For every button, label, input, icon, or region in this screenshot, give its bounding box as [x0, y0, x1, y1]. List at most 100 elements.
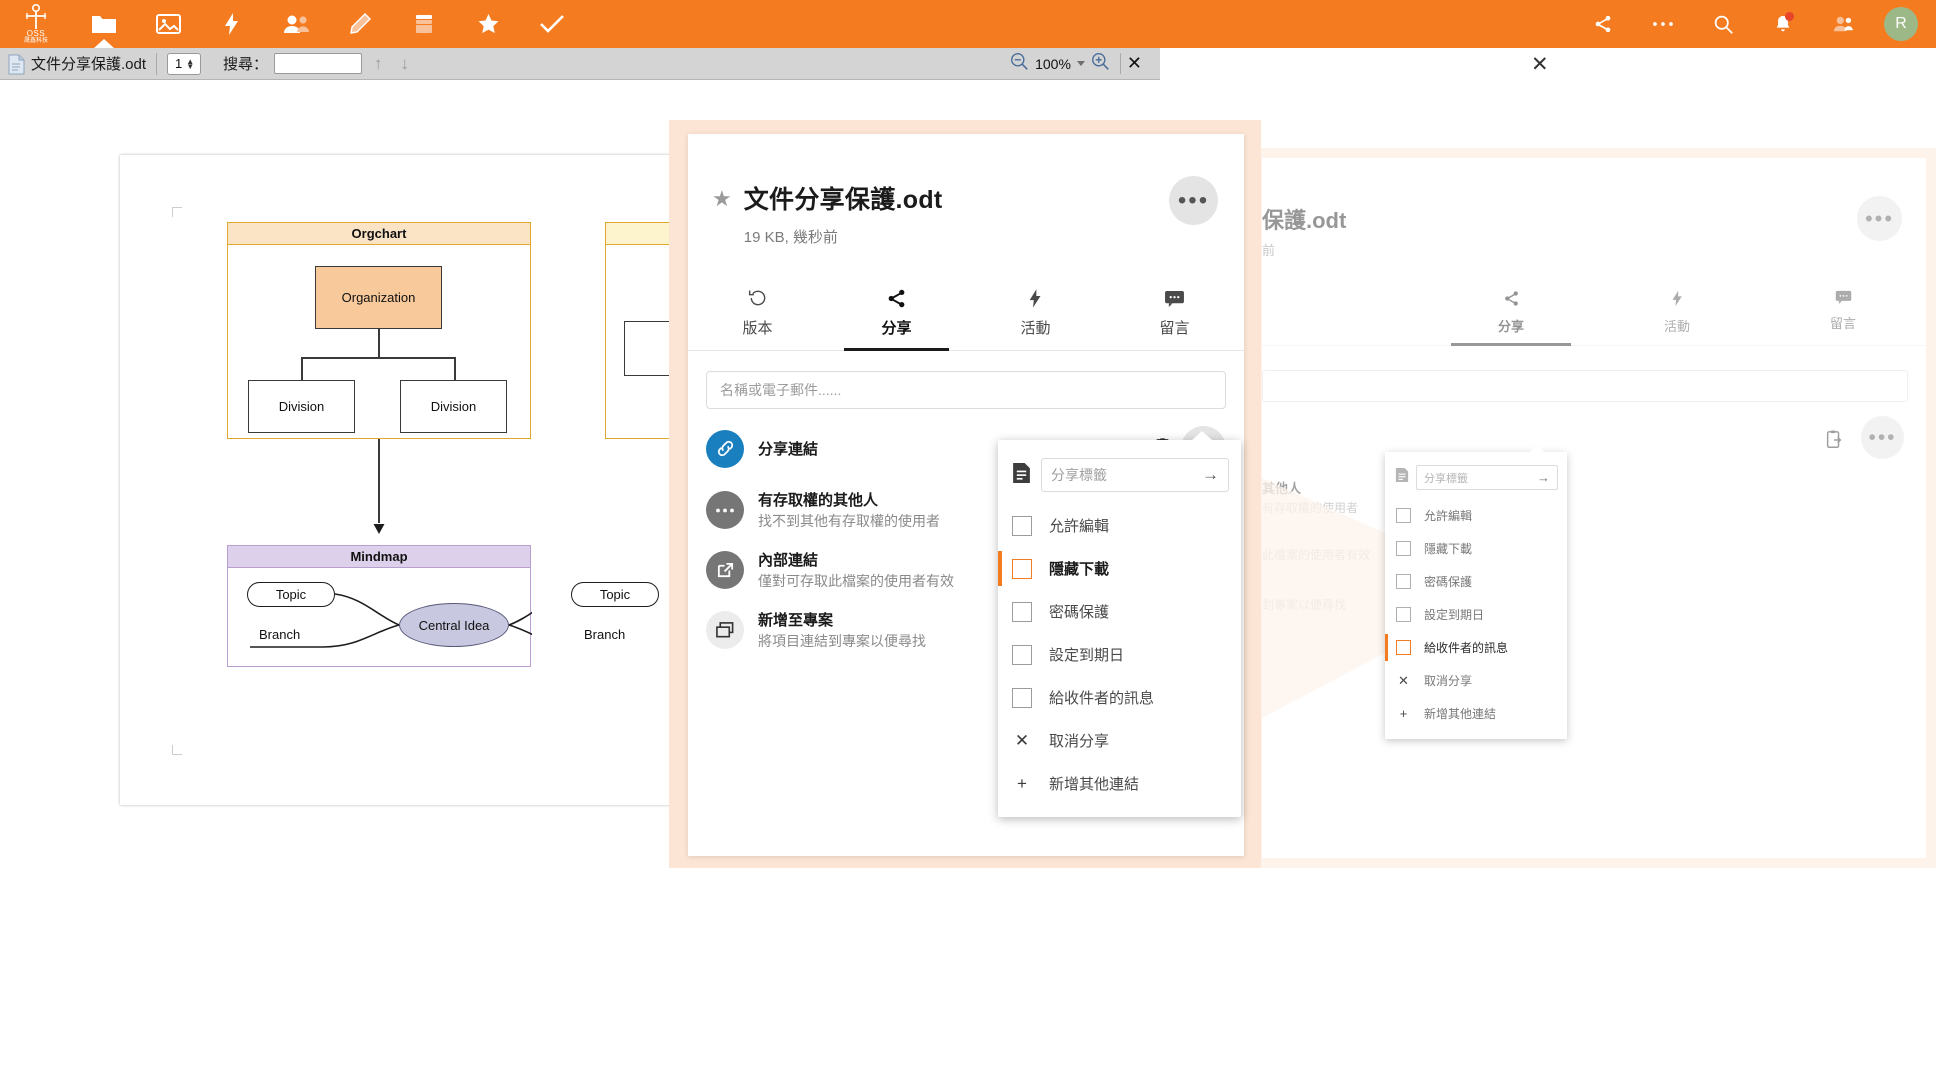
tab-share[interactable]: 分享 [827, 279, 966, 351]
zoom-in-icon[interactable] [1091, 52, 1110, 76]
search-input[interactable] [274, 53, 363, 74]
checkbox-icon[interactable] [1012, 644, 1032, 665]
search-icon[interactable] [1694, 0, 1752, 48]
viewer-toolbar: 文件分享保護.odt 1 ▲ ▼ 搜尋： ↑ ↓ 100% ✕ [0, 48, 1160, 80]
nav-favorites-icon[interactable] [456, 0, 520, 48]
panel-header: ★ 文件分享保護.odt 19 KB, 幾秒前 [688, 134, 1244, 247]
orgchart-title: Orgchart [228, 223, 530, 245]
mindmap-topic-right: Topic [571, 582, 659, 607]
viewer-document-name: 文件分享保護.odt [31, 56, 147, 73]
menu-item-add-another-link[interactable]: + 新增其他連結 [998, 762, 1241, 805]
orgchart-child-node: Division [400, 380, 507, 433]
page-number-value: 1 [175, 56, 183, 71]
figure-connector-arrow [372, 521, 386, 540]
menu-item-hide-download[interactable]: 隱藏下載 [998, 547, 1241, 590]
menu-item-password-protect[interactable]: 密碼保護 [998, 590, 1241, 633]
checkbox-icon[interactable] [1012, 687, 1032, 708]
share-icon[interactable] [1574, 0, 1632, 48]
tab-activity[interactable]: 活動 [966, 279, 1105, 350]
more-icon [706, 491, 744, 529]
share-label-input[interactable]: 分享標籤 → [1041, 458, 1229, 492]
share-input-placeholder: 名稱或電子郵件...... [720, 382, 842, 398]
menu-item-set-expiry-date[interactable]: 設定到期日 [998, 633, 1241, 676]
search-label: 搜尋： [223, 56, 269, 73]
panel-tabs: 版本 分享 活動 留言 [688, 279, 1244, 351]
app-nav [72, 0, 584, 48]
plus-icon: + [1399, 706, 1408, 721]
nav-contacts-icon[interactable] [264, 0, 328, 48]
document-file-icon [8, 54, 25, 74]
menu-item-note-to-recipient[interactable]: 給收件者的訊息 [998, 676, 1241, 719]
page-corner-mark [172, 745, 182, 755]
nav-files-icon[interactable] [72, 0, 136, 48]
ghost-tag-submit-icon: → [1537, 470, 1550, 485]
nav-notes-icon[interactable] [328, 0, 392, 48]
menu-item-unshare[interactable]: ✕ 取消分享 [998, 719, 1241, 762]
menu-item-label: 取消分享 [1049, 733, 1110, 750]
chevron-down-icon[interactable] [1076, 61, 1085, 66]
notifications-icon[interactable] [1754, 0, 1812, 48]
share-row-subtitle: 將項目連結到專案以便尋找 [758, 633, 926, 649]
tab-comments-label: 留言 [1159, 320, 1190, 337]
panel-title: 文件分享保護.odt [743, 186, 943, 214]
more-icon[interactable] [1634, 0, 1692, 48]
mindmap-figure: Mindmap Topic Topic Central Idea Branch … [227, 545, 659, 667]
share-row-title: 新增至專案 [758, 612, 834, 629]
checkbox-icon[interactable] [1012, 515, 1032, 536]
checkbox-icon [1396, 640, 1411, 655]
close-icon: ✕ [1014, 730, 1030, 750]
share-row-title: 分享連結 [758, 441, 819, 458]
ghost-menu-label: 取消分享 [1424, 674, 1473, 688]
share-label-row: 分享標籤 → [998, 448, 1241, 504]
ghost-menu-label: 允許編輯 [1424, 509, 1473, 523]
tab-comments[interactable]: 留言 [1105, 279, 1244, 350]
checkbox-icon[interactable] [1012, 558, 1032, 579]
ghost-menu-item-password: 密碼保護 [1385, 565, 1567, 598]
nav-archive-icon[interactable] [392, 0, 456, 48]
close-icon[interactable]: ✕ [1531, 52, 1549, 77]
checkbox-icon [1396, 574, 1411, 589]
nav-tasks-icon[interactable] [520, 0, 584, 48]
zoom-out-icon[interactable] [1010, 52, 1029, 76]
contacts-menu-icon[interactable] [1814, 0, 1872, 48]
nav-photos-icon[interactable] [136, 0, 200, 48]
ghost-menu-item-unshare: ✕ 取消分享 [1385, 664, 1567, 697]
orgchart-root-node: Organization [315, 266, 442, 329]
share-label-submit-icon[interactable]: → [1202, 465, 1219, 485]
share-row-texts: 新增至專案 將項目連結到專案以便尋找 [758, 609, 926, 651]
menu-item-label: 給收件者的訊息 [1049, 690, 1155, 707]
share-row-texts: 內部連結 僅對可存取此檔案的使用者有效 [758, 549, 954, 591]
logo-text: OSS [26, 28, 46, 38]
tab-versions[interactable]: 版本 [688, 279, 827, 350]
share-recipient-input[interactable]: 名稱或電子郵件...... [706, 371, 1226, 409]
nav-activity-icon[interactable] [200, 0, 264, 48]
share-icon [827, 285, 966, 311]
app-logo[interactable]: OSS 晟鑫科技 [0, 0, 72, 48]
page-stepper-arrows[interactable]: ▲ ▼ [186, 57, 194, 70]
orgchart-figure: Orgchart Organization Division Division [227, 222, 531, 439]
orgchart-connector [454, 357, 456, 380]
share-row-subtitle: 僅對可存取此檔案的使用者有效 [758, 573, 954, 589]
ghost-menu-label: 密碼保護 [1424, 575, 1473, 589]
panel-more-icon[interactable]: ••• [1169, 176, 1218, 225]
search-next-icon[interactable]: ↓ [395, 54, 416, 74]
menu-item-allow-edit[interactable]: 允許編輯 [998, 504, 1241, 547]
link-icon [706, 429, 744, 468]
menu-item-label: 允許編輯 [1049, 518, 1110, 535]
menu-item-label: 密碼保護 [1049, 604, 1110, 621]
checkbox-icon[interactable] [1012, 601, 1032, 622]
panel-subtitle: 19 KB, 幾秒前 [743, 229, 838, 246]
search-prev-icon[interactable]: ↑ [368, 54, 389, 74]
checkbox-icon [1396, 508, 1411, 523]
notification-badge [1785, 12, 1794, 21]
activity-icon [966, 285, 1105, 311]
tab-versions-label: 版本 [742, 320, 773, 337]
ghost-menu-label: 隱藏下載 [1424, 542, 1473, 556]
favorite-star-icon[interactable]: ★ [712, 186, 732, 212]
share-row-texts: 有存取權的其他人 找不到其他有存取權的使用者 [758, 489, 940, 531]
viewer-close-button[interactable]: ✕ [1119, 53, 1148, 74]
user-avatar[interactable]: R [1884, 7, 1918, 41]
share-label-placeholder: 分享標籤 [1051, 467, 1107, 483]
share-row-title: 內部連結 [758, 552, 819, 569]
page-number-stepper[interactable]: 1 ▲ ▼ [167, 52, 202, 75]
